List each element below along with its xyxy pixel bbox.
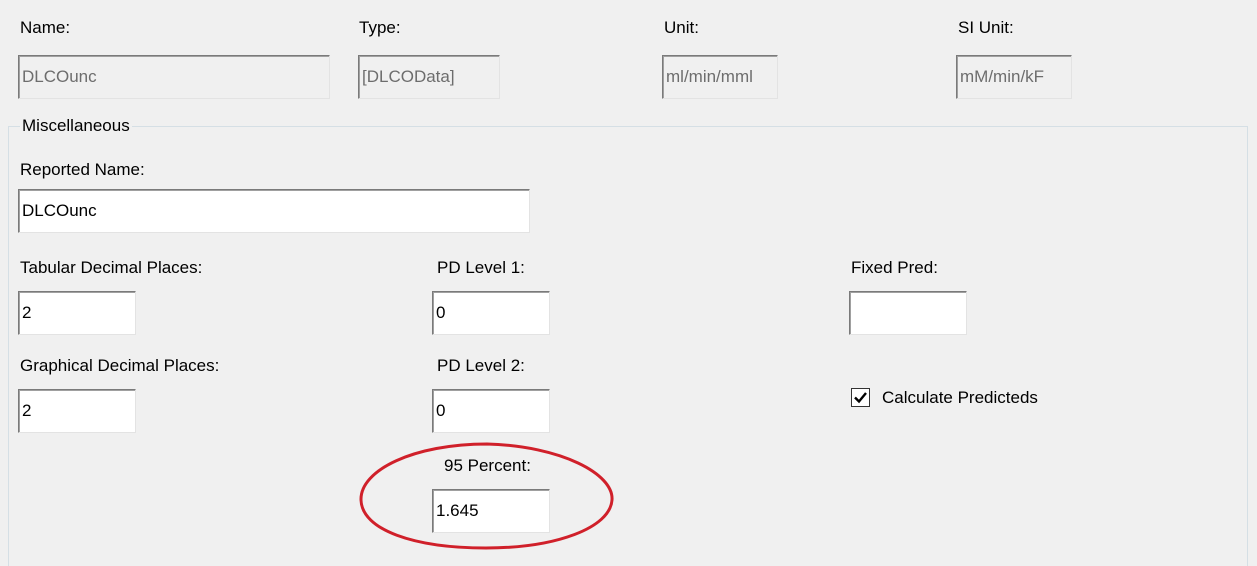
calculate-predicteds-label[interactable]: Calculate Predicteds bbox=[882, 388, 1038, 408]
name-field[interactable]: DLCOunc bbox=[18, 55, 330, 99]
fixed-pred-label: Fixed Pred: bbox=[851, 258, 938, 277]
graphical-decimal-places-label: Graphical Decimal Places: bbox=[20, 356, 220, 375]
tabular-decimal-places-input[interactable]: 2 bbox=[18, 291, 136, 335]
calculate-predicteds-checkbox[interactable] bbox=[851, 388, 870, 407]
graphical-decimal-places-input[interactable]: 2 bbox=[18, 389, 136, 433]
pd-level-2-label: PD Level 2: bbox=[437, 356, 525, 375]
reported-name-label: Reported Name: bbox=[20, 160, 145, 179]
unit-label: Unit: bbox=[664, 18, 699, 37]
pd-level-1-label: PD Level 1: bbox=[437, 258, 525, 277]
pd-level-1-input[interactable]: 0 bbox=[432, 291, 550, 335]
highlight-ellipse bbox=[359, 442, 614, 550]
miscellaneous-legend: Miscellaneous bbox=[20, 116, 132, 136]
reported-name-input[interactable]: DLCOunc bbox=[18, 189, 530, 233]
si-unit-label: SI Unit: bbox=[958, 18, 1014, 37]
pd-level-2-input[interactable]: 0 bbox=[432, 389, 550, 433]
name-label: Name: bbox=[20, 18, 71, 37]
tabular-decimal-places-label: Tabular Decimal Places: bbox=[20, 258, 203, 277]
si-unit-field[interactable]: mM/min/kF bbox=[956, 55, 1072, 99]
checkmark-icon bbox=[854, 392, 867, 404]
type-label: Type: bbox=[359, 18, 401, 37]
unit-field[interactable]: ml/min/mml bbox=[662, 55, 778, 99]
type-field[interactable]: [DLCOData] bbox=[358, 55, 500, 99]
fixed-pred-input[interactable] bbox=[849, 291, 967, 335]
